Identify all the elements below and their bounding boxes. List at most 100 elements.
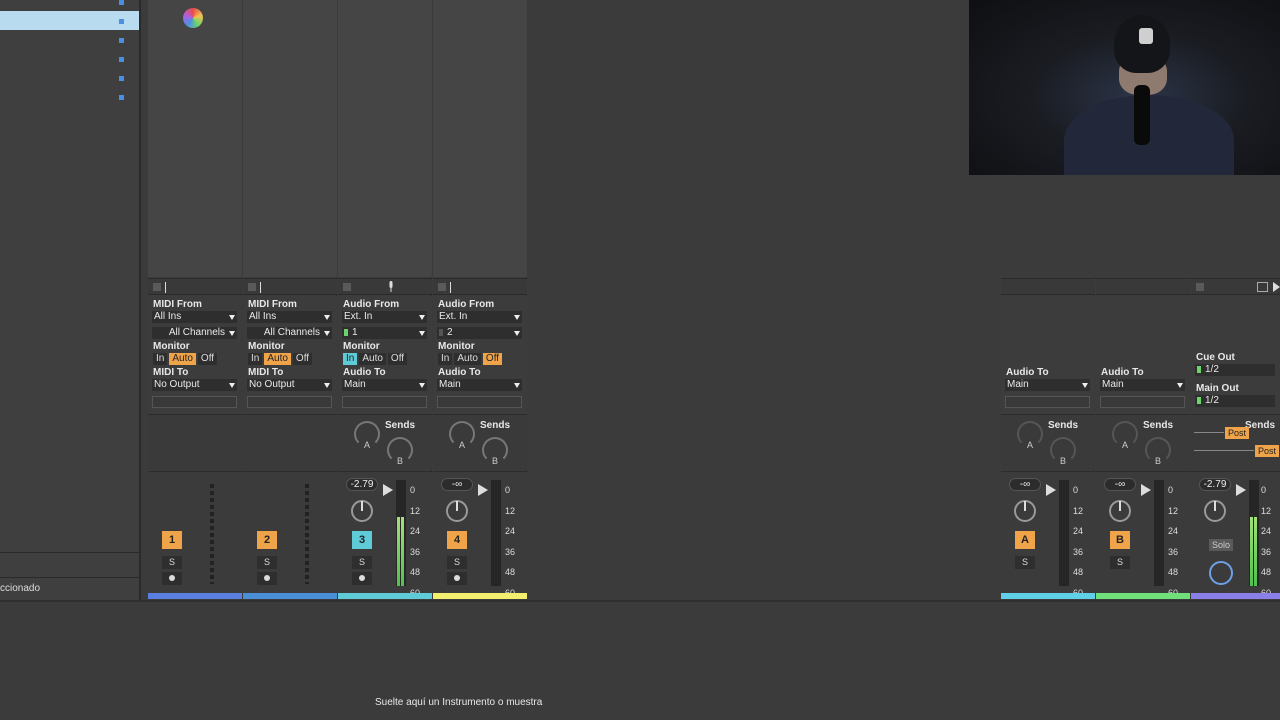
- volume-field[interactable]: -∞: [1104, 478, 1136, 491]
- scale-tick: 0: [505, 485, 511, 495]
- arm-button[interactable]: [447, 572, 467, 585]
- monitor-auto-button[interactable]: Auto: [169, 353, 196, 365]
- pan-knob[interactable]: [351, 500, 373, 522]
- volume-pointer-icon[interactable]: [1046, 484, 1056, 496]
- track-activator-button[interactable]: 3: [352, 531, 372, 549]
- volume-field[interactable]: -∞: [1009, 478, 1041, 491]
- audio-to-dropdown[interactable]: Main: [1005, 379, 1090, 391]
- clip-slot-area[interactable]: [433, 0, 527, 277]
- play-scene-icon[interactable]: [1273, 282, 1280, 292]
- audio-to-channel-box[interactable]: [342, 396, 427, 408]
- midi-to-channel-box[interactable]: [152, 396, 237, 408]
- scene-launch-icon[interactable]: [1257, 282, 1268, 292]
- midi-to-dropdown[interactable]: No Output: [152, 379, 237, 391]
- audio-from-dropdown[interactable]: Ext. In: [342, 311, 427, 323]
- empty-track-area[interactable]: [528, 0, 1001, 600]
- track-activator-button[interactable]: 4: [447, 531, 467, 549]
- audio-to-dropdown[interactable]: Main: [342, 379, 427, 391]
- audio-to-channel-box[interactable]: [437, 396, 522, 408]
- monitor-in-button[interactable]: In: [248, 353, 263, 365]
- volume-pointer-icon[interactable]: [1236, 484, 1246, 496]
- monitor-auto-button[interactable]: Auto: [264, 353, 291, 365]
- cue-volume-knob[interactable]: [1209, 561, 1233, 585]
- audio-channel-dropdown[interactable]: 2: [437, 327, 522, 339]
- audio-channel-dropdown[interactable]: 1: [342, 327, 427, 339]
- meter-scale: 01224364860: [1073, 482, 1083, 605]
- clip-slot-area[interactable]: [148, 0, 242, 277]
- audio-to-channel-box[interactable]: [1100, 396, 1185, 408]
- send-a-label: A: [1027, 440, 1034, 450]
- stop-all-clips-button[interactable]: [1196, 283, 1204, 291]
- track-4: Audio From Ext. In 2 Monitor In Auto Off…: [433, 0, 527, 600]
- solo-button[interactable]: S: [1110, 556, 1130, 569]
- main-out-dropdown[interactable]: 1/2: [1195, 395, 1275, 407]
- solo-button[interactable]: S: [162, 556, 182, 569]
- stop-clip-button[interactable]: [248, 283, 256, 291]
- pan-knob[interactable]: [1014, 500, 1036, 522]
- volume-field[interactable]: -2.79: [1199, 478, 1231, 491]
- solo-mode-label[interactable]: Solo: [1209, 539, 1234, 551]
- send-b-label: B: [1155, 456, 1162, 466]
- volume-pointer-icon[interactable]: [383, 484, 393, 496]
- audio-to-dropdown[interactable]: Main: [437, 379, 522, 391]
- solo-button[interactable]: S: [447, 556, 467, 569]
- midi-channel-dropdown[interactable]: All Channels: [247, 327, 332, 339]
- return-activator-button[interactable]: A: [1015, 531, 1035, 549]
- clip-slot-area[interactable]: [243, 0, 337, 277]
- browser-dot: [119, 95, 124, 100]
- pan-knob[interactable]: [446, 500, 468, 522]
- volume-field[interactable]: -∞: [441, 478, 473, 491]
- midi-from-dropdown[interactable]: All Ins: [152, 311, 237, 323]
- cue-out-dropdown[interactable]: 1/2: [1195, 364, 1275, 376]
- audio-from-dropdown[interactable]: Ext. In: [437, 311, 522, 323]
- post-b-button[interactable]: Post: [1255, 445, 1280, 457]
- monitor-in-button[interactable]: In: [343, 353, 358, 365]
- track-activator-button[interactable]: 2: [257, 531, 277, 549]
- clip-slot-area[interactable]: [338, 0, 432, 277]
- text-cursor: [260, 282, 261, 293]
- midi-to-channel-box[interactable]: [247, 396, 332, 408]
- level-meter: [1154, 480, 1164, 586]
- volume-pointer-icon[interactable]: [1141, 484, 1151, 496]
- color-wheel-icon[interactable]: [183, 8, 203, 28]
- monitor-in-button[interactable]: In: [438, 353, 453, 365]
- arm-button[interactable]: [257, 572, 277, 585]
- audio-to-channel-box[interactable]: [1005, 396, 1090, 408]
- audio-to-dropdown[interactable]: Main: [1100, 379, 1185, 391]
- midi-to-dropdown[interactable]: No Output: [247, 379, 332, 391]
- pan-knob[interactable]: [1109, 500, 1131, 522]
- midi-from-dropdown[interactable]: All Ins: [247, 311, 332, 323]
- monitor-off-button[interactable]: Off: [292, 353, 313, 365]
- monitor-off-button[interactable]: Off: [387, 353, 408, 365]
- microphone-icon: [1134, 85, 1150, 145]
- return-activator-button[interactable]: B: [1110, 531, 1130, 549]
- arm-button[interactable]: [352, 572, 372, 585]
- solo-button[interactable]: S: [352, 556, 372, 569]
- stop-clip-button[interactable]: [343, 283, 351, 291]
- scale-tick: 36: [505, 546, 516, 557]
- device-view-area[interactable]: Suelte aquí un Instrumento o muestra: [0, 600, 1280, 720]
- track-color-bar: [433, 593, 527, 599]
- solo-button[interactable]: S: [257, 556, 277, 569]
- arm-button[interactable]: [162, 572, 182, 585]
- audio-to-label: Audio To: [438, 367, 481, 378]
- monitor-in-button[interactable]: In: [153, 353, 168, 365]
- cap-logo-icon: [1139, 28, 1153, 44]
- volume-pointer-icon[interactable]: [478, 484, 488, 496]
- solo-button[interactable]: S: [1015, 556, 1035, 569]
- post-a-button[interactable]: Post: [1225, 427, 1250, 439]
- track-activator-button[interactable]: 1: [162, 531, 182, 549]
- browser-status-text: ccionado: [0, 583, 41, 594]
- pan-knob[interactable]: [1204, 500, 1226, 522]
- monitor-off-button[interactable]: Off: [197, 353, 218, 365]
- midi-channel-dropdown[interactable]: All Channels: [152, 327, 237, 339]
- clip-stop-row: [243, 278, 337, 295]
- stop-clip-button[interactable]: [153, 283, 161, 291]
- monitor-off-button[interactable]: Off: [482, 353, 503, 365]
- monitor-auto-button[interactable]: Auto: [454, 353, 481, 365]
- volume-field[interactable]: -2.79: [346, 478, 378, 491]
- monitor-auto-button[interactable]: Auto: [359, 353, 386, 365]
- track-color-bar: [1096, 593, 1190, 599]
- io-section: Audio To Main: [1096, 296, 1190, 414]
- stop-clip-button[interactable]: [438, 283, 446, 291]
